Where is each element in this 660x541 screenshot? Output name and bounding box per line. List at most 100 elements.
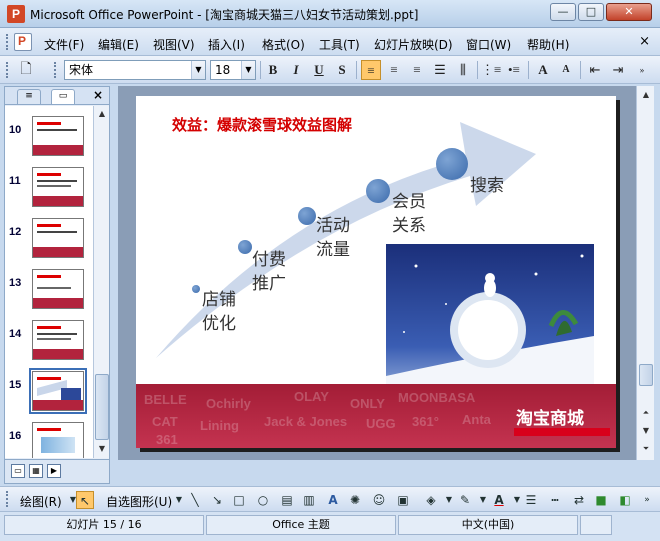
slide-thumbnail[interactable] [32, 422, 84, 458]
slide-thumbnail-row[interactable]: 14 [5, 318, 93, 368]
toolbar-grip[interactable] [6, 62, 9, 78]
scroll-up-icon[interactable]: ▲ [639, 88, 653, 102]
oval-icon[interactable]: ○ [254, 491, 272, 509]
align-center-button[interactable]: ≡ [384, 60, 404, 80]
font-name-select[interactable]: 宋体 ▼ [64, 60, 206, 80]
minimize-button[interactable]: — [550, 3, 576, 21]
toolbar-options-icon[interactable]: » [638, 491, 656, 509]
slide-thumbnail[interactable] [32, 218, 84, 258]
menu-edit[interactable]: 编辑(E) [98, 36, 139, 53]
3d-style-icon[interactable]: ◧ [616, 491, 634, 509]
font-color-icon[interactable]: A [490, 491, 508, 509]
shadow-button[interactable]: S [332, 60, 352, 80]
bold-button[interactable]: B [263, 60, 283, 80]
select-objects-icon[interactable]: ↖ [76, 491, 94, 509]
toolbar-options-icon[interactable]: » [632, 60, 652, 80]
menu-file[interactable]: 文件(F) [44, 36, 84, 53]
scrollbar-thumb[interactable] [639, 364, 653, 386]
maximize-button[interactable]: □ [578, 3, 604, 21]
slide-thumbnail-row[interactable]: 12 [5, 216, 93, 266]
scrollbar-thumb[interactable] [95, 374, 109, 440]
slide-thumbnail[interactable] [32, 167, 84, 207]
decrease-indent-button[interactable]: ⇤ [585, 60, 605, 80]
step-label[interactable]: 付费 推广 [252, 248, 286, 296]
shadow-style-icon[interactable]: ■ [592, 491, 610, 509]
menu-help[interactable]: 帮助(H) [527, 36, 569, 53]
panel-close-icon[interactable]: × [93, 88, 103, 102]
grow-font-button[interactable]: A [533, 60, 553, 80]
step-label[interactable]: 店铺 优化 [202, 288, 236, 336]
document-icon[interactable] [14, 33, 32, 51]
slide-thumbnail-row[interactable]: 10 [5, 114, 93, 164]
menu-format[interactable]: 格式(O) [262, 36, 305, 53]
toolbar-grip[interactable] [6, 34, 9, 50]
next-slide-icon[interactable]: ⏷ [639, 442, 653, 456]
slide-thumbnail[interactable] [32, 116, 84, 156]
italic-button[interactable]: I [286, 60, 306, 80]
increase-indent-button[interactable]: ⇥ [608, 60, 628, 80]
step-label[interactable]: 活动 流量 [316, 214, 350, 262]
close-button[interactable]: ✕ [606, 3, 652, 21]
arrow-icon[interactable]: ↘ [208, 491, 226, 509]
line-color-icon[interactable]: ✎ [456, 491, 474, 509]
font-size-select[interactable]: 18 ▼ [210, 60, 256, 80]
step-label[interactable]: 会员 关系 [392, 190, 426, 238]
outline-tab-icon[interactable]: ≡ [17, 89, 41, 104]
autoshapes-button[interactable]: 自选图形(U) [106, 493, 172, 510]
slide-thumbnail-selected[interactable] [29, 368, 87, 414]
scroll-down-icon[interactable]: ▼ [95, 442, 109, 456]
menu-tools[interactable]: 工具(T) [319, 36, 360, 53]
slide-thumbnail-row[interactable]: 15 [5, 368, 93, 419]
document-close-icon[interactable]: × [639, 34, 650, 49]
title-bar: P Microsoft Office PowerPoint - [淘宝商城天猫三… [0, 0, 660, 28]
slide-canvas[interactable]: 效益：爆款滚雪球效益图解 店铺 优化 付费 推广 活动 流量 会员 关系 搜索 [136, 96, 616, 448]
align-right-button[interactable]: ≡ [407, 60, 427, 80]
insert-picture-icon[interactable]: ▣ [394, 491, 412, 509]
slide-area-scrollbar[interactable]: ▲ ⏶ ▼ ⏷ [636, 86, 654, 460]
toolbar-grip[interactable] [6, 491, 9, 507]
slide-thumbnail-row[interactable]: 13 [5, 267, 93, 317]
step-label[interactable]: 搜索 [470, 174, 504, 198]
underline-button[interactable]: U [309, 60, 329, 80]
arrow-style-icon[interactable]: ⇄ [570, 491, 588, 509]
numbered-list-button[interactable]: ⋮≡ [481, 60, 501, 80]
slide-sorter-view-icon[interactable]: ▦ [29, 464, 43, 478]
bullet-list-button[interactable]: •≡ [504, 60, 524, 80]
distribute-button[interactable]: ☰ [430, 60, 450, 80]
line-style-icon[interactable]: ☰ [522, 491, 540, 509]
menu-window[interactable]: 窗口(W) [466, 36, 511, 53]
new-document-icon[interactable]: 🗋 [16, 60, 36, 80]
normal-view-icon[interactable]: ▭ [11, 464, 25, 478]
scroll-down-icon[interactable]: ▼ [639, 424, 653, 438]
slide-title[interactable]: 效益：爆款滚雪球效益图解 [172, 114, 352, 135]
slide-thumbnail[interactable] [32, 320, 84, 360]
slideshow-view-icon[interactable]: ▶ [47, 464, 61, 478]
scroll-up-icon[interactable]: ▲ [95, 107, 109, 121]
menu-insert[interactable]: 插入(I) [208, 36, 245, 53]
rectangle-icon[interactable]: □ [230, 491, 248, 509]
chevron-down-icon[interactable]: ▼ [241, 61, 255, 79]
menu-slideshow[interactable]: 幻灯片放映(D) [374, 36, 453, 53]
menu-view[interactable]: 视图(V) [153, 36, 195, 53]
slides-panel-scrollbar[interactable]: ▲ ▼ [93, 106, 109, 458]
slide-thumbnail[interactable] [32, 269, 84, 309]
dash-style-icon[interactable]: ┅ [546, 491, 564, 509]
vertical-text-box-icon[interactable]: ▥ [300, 491, 318, 509]
slide-thumbnail-row[interactable]: 16 [5, 420, 93, 458]
diagram-icon[interactable]: ✺ [346, 491, 364, 509]
align-left-button[interactable]: ≡ [361, 60, 381, 80]
wordart-icon[interactable]: A [324, 491, 342, 509]
previous-slide-icon[interactable]: ⏶ [639, 406, 653, 420]
slides-tab-icon[interactable]: ▭ [51, 89, 75, 104]
clip-art-icon[interactable]: ☺ [370, 491, 388, 509]
draw-menu-button[interactable]: 绘图(R) [20, 493, 62, 510]
toolbar-grip[interactable] [54, 62, 57, 78]
chevron-down-icon[interactable]: ▼ [191, 61, 205, 79]
line-icon[interactable]: ╲ [186, 491, 204, 509]
snowball-illustration[interactable] [386, 244, 594, 390]
fill-color-icon[interactable]: ◈ [422, 491, 440, 509]
text-box-icon[interactable]: ▤ [278, 491, 296, 509]
slide-thumbnail-row[interactable]: 11 [5, 165, 93, 215]
shrink-font-button[interactable]: A [556, 60, 576, 80]
columns-button[interactable]: ⫼ [453, 60, 473, 80]
